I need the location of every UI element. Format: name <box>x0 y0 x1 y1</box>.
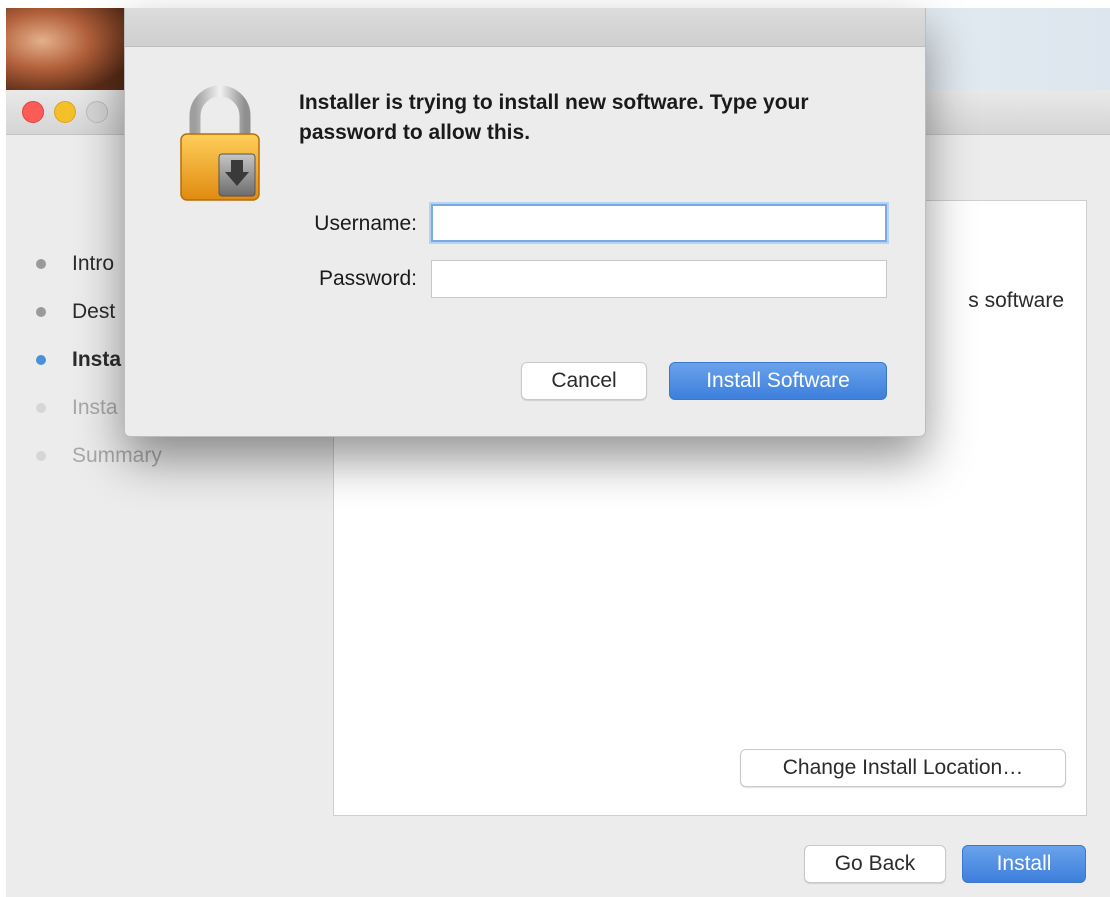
minimize-window-icon[interactable] <box>54 101 76 123</box>
install-button[interactable]: Install <box>962 845 1086 883</box>
content-text: s software <box>968 289 1064 312</box>
auth-dialog: Installer is trying to install new softw… <box>124 8 926 437</box>
go-back-button[interactable]: Go Back <box>804 845 946 883</box>
step-label: Insta <box>72 396 118 419</box>
password-label: Password: <box>318 267 417 290</box>
dialog-top-edge <box>125 8 925 47</box>
close-window-icon[interactable] <box>22 101 44 123</box>
wallpaper-rock <box>6 8 126 90</box>
install-software-button[interactable]: Install Software <box>669 362 887 400</box>
zoom-window-icon[interactable] <box>86 101 108 123</box>
step-label: Summary <box>72 444 162 467</box>
step-dot-icon <box>36 259 46 269</box>
step-dot-icon <box>36 451 46 461</box>
cancel-button[interactable]: Cancel <box>521 362 647 400</box>
change-install-location-button[interactable]: Change Install Location… <box>740 749 1066 787</box>
step-dot-icon <box>36 307 46 317</box>
step-label: Intro <box>72 252 115 275</box>
step-dot-icon <box>36 403 46 413</box>
step-label: Dest <box>72 300 116 323</box>
dialog-message: Installer is trying to install new softw… <box>299 91 809 144</box>
username-label: Username: <box>314 212 417 235</box>
step-dot-icon <box>36 355 46 365</box>
step-summary: Summary <box>36 432 162 480</box>
username-field[interactable] <box>431 204 887 242</box>
step-label: Insta <box>72 348 122 371</box>
lock-icon <box>180 85 260 201</box>
password-field[interactable] <box>431 260 887 298</box>
